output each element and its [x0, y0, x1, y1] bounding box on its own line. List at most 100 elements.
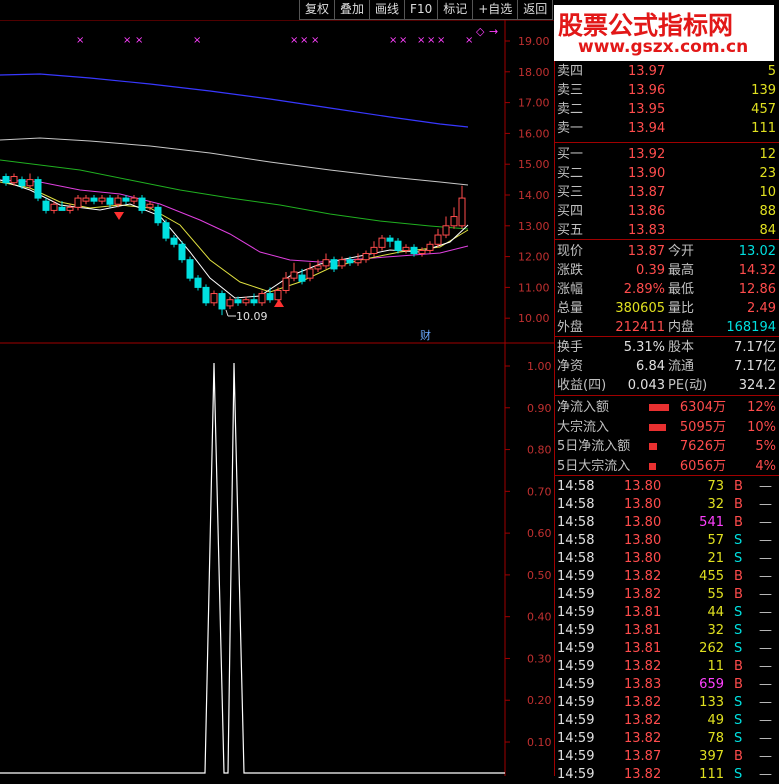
price-tick-label: 19.00: [518, 35, 550, 48]
order-volume: 10: [759, 185, 776, 200]
order-price: 13.86: [628, 204, 666, 219]
tick-extra: —: [759, 569, 772, 584]
tick-volume: 133: [699, 695, 724, 710]
fund-flow-percent: 4%: [755, 458, 776, 474]
tick-volume: 262: [699, 641, 724, 656]
indicator-y-axis: 1.00 0.90 0.80 0.70 0.60 0.50 0.40 0.30 0.20 0.10: [505, 360, 552, 749]
tick-volume: 21: [707, 551, 724, 566]
fuquan-button[interactable]: 复权: [299, 0, 336, 20]
order-book-buy-row[interactable]: 买一 13.92 12: [554, 145, 778, 164]
tick-volume: 455: [699, 569, 724, 584]
fund-flow-amount: 6304万: [679, 400, 726, 415]
candle-down-body: [2, 176, 10, 184]
candle-up-body: [82, 197, 90, 202]
candle-down-body: [386, 237, 394, 242]
fundamental-label: 流通: [668, 359, 695, 374]
x-marker-icon: ×: [427, 35, 435, 46]
order-book-sell-row[interactable]: 卖三 13.96 139: [554, 81, 778, 100]
panel-divider-line: [554, 336, 779, 337]
tick-price: 13.81: [624, 605, 662, 620]
add-watchlist-button[interactable]: +自选: [472, 0, 519, 20]
x-marker-icon: ×: [311, 35, 319, 46]
fund-flow-bar: [649, 443, 657, 450]
cai-badge[interactable]: 财: [420, 328, 431, 342]
tick-row: 14:58 13.80 21 S —: [554, 549, 778, 568]
x-marker-icon: ×: [437, 35, 445, 46]
overlay-button[interactable]: 叠加: [334, 0, 371, 20]
quote-row: 总量 380605 量比 2.49: [554, 299, 778, 318]
x-marker-icon: ×: [76, 35, 84, 46]
price-tick-label: 18.00: [518, 66, 550, 79]
fund-flow-row: 5日净流入额 7626万 5%: [554, 437, 778, 456]
tick-time: 14:58: [557, 533, 595, 548]
order-volume: 23: [759, 166, 776, 181]
fund-flow-amount: 5095万: [679, 419, 726, 435]
watermark-url: www.gszx.com.cn: [578, 37, 749, 57]
quote-label: 最高: [668, 263, 695, 278]
candle-down-body: [250, 299, 258, 304]
tick-side: B: [734, 659, 743, 674]
tick-row: 14:59 13.82 133 S —: [554, 693, 778, 712]
tick-volume: 32: [707, 497, 724, 512]
order-level-label: 卖一: [557, 121, 584, 136]
tick-row: 14:59 13.83 659 B —: [554, 675, 778, 694]
candle-down-body: [186, 259, 194, 279]
candle-down-body: [138, 197, 146, 211]
tick-time: 14:59: [557, 695, 595, 710]
price-and-indicator-chart[interactable]: × × × × × × × × × × × × × ◇ → 19.0018.0017.0016.0015…: [0, 20, 554, 776]
draw-line-button[interactable]: 画线: [369, 0, 406, 20]
back-button[interactable]: 返回: [517, 0, 554, 20]
price-y-axis: 19.00 18.00 17.00 16.00 15.00 14.00 13.00 12.00…: [505, 35, 550, 325]
candle-down-body: [122, 197, 130, 202]
tick-time: 14:58: [557, 479, 595, 494]
order-book-buy-row[interactable]: 买二 13.90 23: [554, 164, 778, 183]
order-book-sell-row[interactable]: 卖二 13.95 457: [554, 100, 778, 119]
order-book-buy-row[interactable]: 买三 13.87 10: [554, 183, 778, 202]
tick-extra: —: [759, 623, 772, 638]
f10-button[interactable]: F10: [404, 0, 439, 20]
tick-side: S: [734, 623, 743, 638]
order-price: 13.96: [628, 83, 666, 98]
fund-flow-bar: [649, 462, 656, 470]
order-level-label: 卖四: [557, 64, 584, 79]
quote-value: 12.86: [738, 282, 776, 297]
fundamental-label: 换手: [557, 340, 584, 355]
x-marker-icon: ×: [193, 35, 201, 46]
order-book-buy-row[interactable]: 买五 13.83 84: [554, 221, 778, 240]
indicator-tick-label: 0.60: [527, 527, 552, 540]
quote-value: 380605: [615, 301, 665, 316]
tick-volume: 659: [699, 677, 724, 692]
tick-side: S: [734, 641, 743, 656]
candle-down-body: [18, 179, 26, 187]
quote-value: 14.32: [738, 263, 776, 278]
tick-time: 14:58: [557, 551, 595, 566]
low-annotation-pointer-tip: [225, 309, 229, 317]
quote-label: 涨幅: [557, 282, 584, 297]
candle-up-body: [66, 206, 74, 211]
x-marker-icon: ×: [399, 35, 407, 46]
candle-up-body: [210, 293, 218, 304]
candle-up-body: [50, 203, 58, 211]
tick-volume: 78: [707, 731, 724, 746]
candle-up-body: [458, 197, 466, 227]
order-book-sell-row[interactable]: 卖四 13.97 5: [554, 62, 778, 81]
x-marker-icon: ×: [300, 35, 308, 46]
tick-volume: 44: [707, 605, 724, 620]
order-book-buy-row[interactable]: 买四 13.86 88: [554, 202, 778, 221]
site-watermark-logo: 股票公式指标网 www.gszx.com.cn: [554, 5, 774, 61]
candle-up-body: [442, 225, 450, 236]
order-book-sell-row[interactable]: 卖一 13.94 111: [554, 119, 778, 138]
quote-value: 168194: [726, 320, 776, 335]
candle-down-body: [194, 277, 202, 288]
tick-price: 13.80: [624, 515, 662, 530]
tick-side: B: [734, 587, 743, 602]
tick-side: B: [734, 515, 743, 530]
tick-price: 13.80: [624, 533, 662, 548]
tick-time: 14:58: [557, 515, 595, 530]
tick-extra: —: [759, 479, 772, 494]
order-volume: 12: [759, 147, 776, 162]
tick-side: B: [734, 497, 743, 512]
quote-value: 2.89%: [623, 282, 665, 297]
mark-button[interactable]: 标记: [437, 0, 474, 20]
price-tick-label: 10.00: [518, 312, 550, 325]
